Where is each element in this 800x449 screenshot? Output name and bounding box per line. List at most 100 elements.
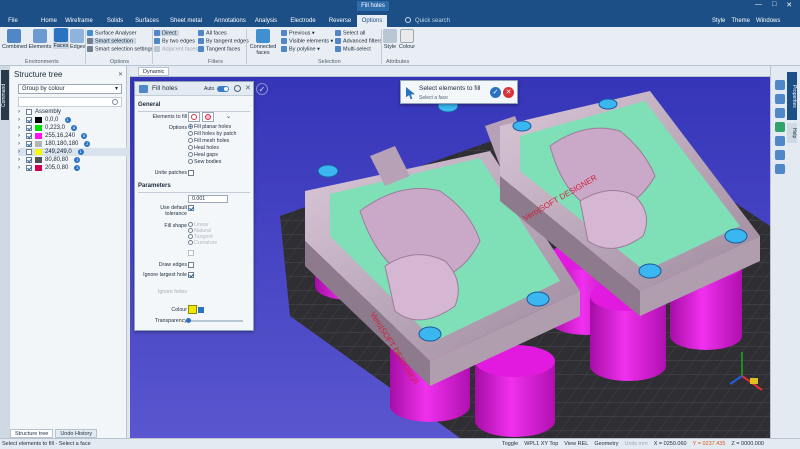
tab-structure-tree[interactable]: Structure tree bbox=[10, 429, 54, 438]
view-rel[interactable]: View REL bbox=[564, 439, 588, 449]
tree-item-colour-group[interactable]: › 255,16,240 8 bbox=[18, 132, 132, 140]
option-radio[interactable]: Heal gaps bbox=[188, 152, 218, 158]
colour-button[interactable]: Colour bbox=[398, 29, 416, 50]
group-by-select[interactable]: Group by colour ▾ bbox=[18, 84, 122, 94]
tab-analysis[interactable]: Analysis bbox=[253, 15, 279, 27]
close-icon[interactable]: ✕ bbox=[245, 84, 251, 92]
visibility-checkbox[interactable] bbox=[26, 157, 32, 163]
chevron-down-icon[interactable]: ⌄ bbox=[226, 113, 231, 120]
rotate-icon[interactable] bbox=[775, 108, 785, 118]
gear-icon[interactable] bbox=[234, 85, 241, 92]
layers-icon[interactable] bbox=[775, 164, 785, 174]
close-icon[interactable]: ✕ bbox=[118, 71, 123, 78]
tab-wireframe[interactable]: Wireframe bbox=[64, 15, 94, 27]
visibility-checkbox[interactable] bbox=[26, 165, 32, 171]
unite-patches-checkbox[interactable] bbox=[188, 170, 194, 176]
tab-dynamic[interactable]: Dynamic bbox=[138, 67, 170, 76]
option-radio[interactable]: Fill mesh holes bbox=[188, 138, 229, 144]
tree-search-input[interactable] bbox=[18, 97, 122, 107]
auto-toggle[interactable] bbox=[217, 86, 229, 92]
tree-item-colour-group[interactable]: › 249,249,0 1 bbox=[18, 148, 132, 156]
expand-arrow-icon[interactable]: › bbox=[18, 156, 20, 164]
style-menu[interactable]: Style bbox=[712, 16, 725, 26]
visibility-checkbox[interactable] bbox=[26, 125, 32, 131]
cancel-button[interactable]: ✕ bbox=[503, 87, 514, 98]
option-radio[interactable]: Heal holes bbox=[188, 145, 219, 151]
use-default-tolerance-checkbox[interactable] bbox=[188, 205, 194, 211]
transparency-slider[interactable] bbox=[186, 318, 243, 323]
view-cube-icon[interactable] bbox=[775, 80, 785, 90]
tree-item-assembly[interactable]: › Assembly bbox=[18, 108, 132, 116]
expand-arrow-icon[interactable]: › bbox=[18, 108, 20, 116]
smart-selection-settings-button[interactable]: Smart selection settings bbox=[87, 46, 153, 52]
tab-options[interactable]: Options bbox=[357, 15, 387, 27]
section-icon[interactable] bbox=[775, 136, 785, 146]
expand-arrow-icon[interactable]: › bbox=[18, 124, 20, 132]
tree-item-colour-group[interactable]: › 180,180,180 2 bbox=[18, 140, 132, 148]
by-tangent-edges-button[interactable]: By tangent edges bbox=[198, 38, 249, 44]
visibility-checkbox[interactable] bbox=[26, 117, 32, 123]
expand-arrow-icon[interactable]: › bbox=[18, 116, 20, 124]
tab-annotations[interactable]: Annotations bbox=[210, 15, 250, 27]
faces-button[interactable]: Faces bbox=[53, 28, 69, 49]
fill-shape-extra-checkbox[interactable] bbox=[188, 250, 194, 256]
clear-elements-button[interactable] bbox=[202, 112, 214, 122]
visibility-checkbox[interactable] bbox=[26, 109, 32, 115]
fill-shape-radio[interactable]: Curvature bbox=[188, 240, 217, 246]
option-radio[interactable]: Fill planar holes bbox=[188, 124, 231, 130]
tab-home[interactable]: Home bbox=[38, 15, 60, 27]
expand-arrow-icon[interactable]: › bbox=[18, 140, 20, 148]
draw-edges-checkbox[interactable] bbox=[188, 262, 194, 268]
quick-search[interactable]: Quick search bbox=[405, 16, 525, 26]
tree-item-colour-group[interactable]: › 0,223,0 8 bbox=[18, 124, 132, 132]
colour-swatch[interactable] bbox=[188, 305, 197, 314]
confirm-icon[interactable]: ✓ bbox=[256, 83, 268, 95]
help-tab[interactable]: Help bbox=[787, 123, 797, 143]
tab-undo-history[interactable]: Undo History bbox=[55, 429, 98, 438]
colour-picker-icon[interactable] bbox=[198, 307, 204, 313]
by-two-edges-button[interactable]: By two edges bbox=[154, 38, 195, 44]
surface-analyser-button[interactable]: Surface Analyser bbox=[87, 30, 137, 36]
visibility-checkbox[interactable] bbox=[26, 149, 32, 155]
select-all-button[interactable]: Select all bbox=[335, 30, 365, 36]
expand-arrow-icon[interactable]: › bbox=[18, 164, 20, 172]
combined-button[interactable]: Combined bbox=[2, 29, 27, 50]
command-tab[interactable]: Command bbox=[1, 70, 9, 120]
maximize-icon[interactable]: □ bbox=[772, 1, 776, 9]
accept-button[interactable]: ✓ bbox=[490, 87, 501, 98]
advanced-filters-button[interactable]: Advanced filters bbox=[335, 38, 382, 44]
tolerance-input[interactable]: 0.001 bbox=[188, 195, 228, 203]
adjacent-faces-button[interactable]: Adjacent faces bbox=[154, 46, 198, 52]
connected-faces-button[interactable]: Connected faces bbox=[248, 29, 278, 56]
slider-handle[interactable] bbox=[186, 318, 191, 323]
geometry-mode[interactable]: Geometry bbox=[594, 439, 618, 449]
tab-electrode[interactable]: Electrode bbox=[287, 15, 319, 27]
style-button[interactable]: Style bbox=[383, 29, 397, 50]
zoom-icon[interactable] bbox=[775, 94, 785, 104]
visibility-checkbox[interactable] bbox=[26, 141, 32, 147]
option-radio[interactable]: Fill holes by patch bbox=[188, 131, 236, 137]
expand-arrow-icon[interactable]: › bbox=[18, 148, 20, 156]
smart-selection-button[interactable]: Smart selection bbox=[87, 38, 136, 45]
all-faces-button[interactable]: All faces bbox=[198, 30, 227, 36]
option-radio[interactable]: Sew bodies bbox=[188, 159, 221, 165]
tab-surfaces[interactable]: Surfaces bbox=[132, 15, 162, 27]
properties-tab[interactable]: Properties bbox=[787, 72, 797, 120]
toggle-button[interactable]: Toggle bbox=[502, 439, 518, 449]
direct-filter-button[interactable]: Direct bbox=[154, 30, 180, 37]
visibility-icon[interactable] bbox=[775, 150, 785, 160]
tab-file[interactable]: File bbox=[2, 15, 24, 27]
tree-item-colour-group[interactable]: › 80,80,80 1 bbox=[18, 156, 132, 164]
tab-solids[interactable]: Solids bbox=[104, 15, 126, 27]
edges-button[interactable]: Edges bbox=[70, 29, 86, 50]
minimize-icon[interactable]: — bbox=[755, 1, 762, 9]
previous-button[interactable]: Previous ▾ bbox=[281, 30, 315, 36]
render-mode-icon[interactable] bbox=[775, 122, 785, 132]
ignore-largest-hole-checkbox[interactable] bbox=[188, 272, 194, 278]
visibility-checkbox[interactable] bbox=[26, 133, 32, 139]
tree-item-colour-group[interactable]: › 0,0,0 1 bbox=[18, 116, 132, 124]
theme-menu[interactable]: Theme bbox=[731, 16, 750, 26]
expand-arrow-icon[interactable]: › bbox=[18, 132, 20, 140]
tab-reverse[interactable]: Reverse bbox=[325, 15, 355, 27]
view-plane[interactable]: WPL1 XY Top bbox=[524, 439, 558, 449]
